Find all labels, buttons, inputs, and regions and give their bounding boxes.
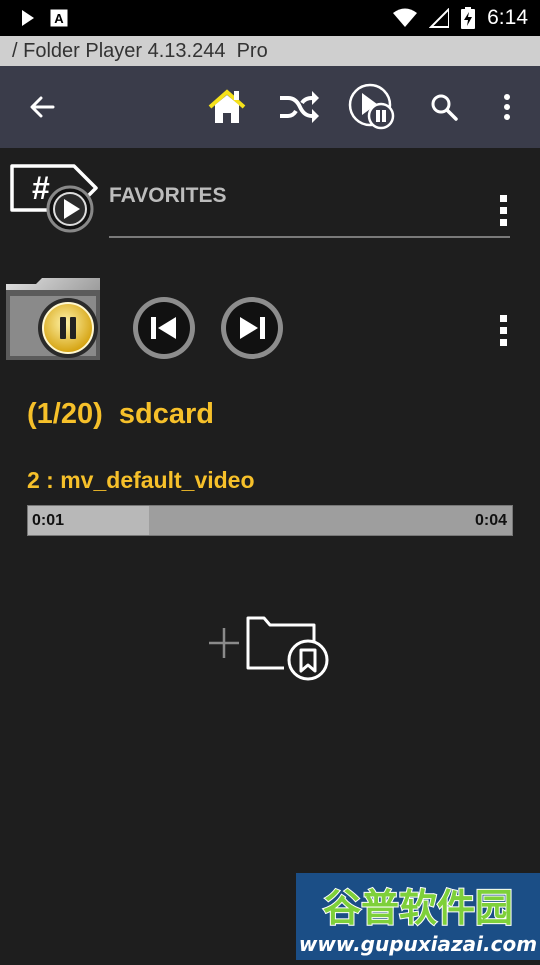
player-menu-button[interactable] [497,315,509,346]
text-icon: A [50,9,68,27]
next-button[interactable] [219,295,285,361]
playlist-tag-icon: # [10,164,98,233]
search-button[interactable] [426,66,462,148]
more-vert-icon [504,94,510,120]
menu-dot [499,339,507,346]
menu-dot [499,219,507,226]
favorites-menu-button[interactable] [497,195,509,226]
folder-pause-button[interactable] [4,270,104,364]
search-icon [431,94,458,121]
previous-button[interactable] [131,295,197,361]
back-button[interactable] [20,66,64,148]
status-time: 6:14 [487,6,528,29]
play-icon [22,10,34,26]
play-pause-button[interactable] [346,66,398,148]
back-arrow-icon [30,96,55,118]
menu-dot [499,327,507,334]
menu-dot [499,207,507,214]
menu-dot [499,315,507,322]
status-bar-right: 6:14 [393,0,528,36]
signal-icon [429,8,450,28]
duration-time: 0:04 [474,512,507,529]
status-bar-left: A [20,8,68,28]
home-button[interactable] [204,66,250,148]
watermark-logo: 谷普软件园 www.gupuxiazai.com [299,885,537,956]
add-bookmark-folder-button[interactable] [208,612,334,682]
progress-bar[interactable]: 0:01 0:04 [27,505,513,536]
svg-text:www.gupuxiazai.com: www.gupuxiazai.com [299,932,537,956]
home-icon [208,89,246,123]
toolbar [0,66,540,148]
play-pause-icon [348,83,395,130]
status-bar: A 6:14 [0,0,540,36]
app-title: / Folder Player 4.13.244 Pro [0,36,540,66]
favorites-label[interactable]: FAVORITES [109,184,226,208]
svg-text:谷普软件园: 谷普软件园 [323,886,513,930]
folder-title: (1/20) sdcard [27,398,214,430]
favorites-row[interactable]: # [0,150,540,240]
elapsed-time: 0:01 [32,512,65,529]
watermark: 谷普软件园 www.gupuxiazai.com [296,873,540,960]
svg-text:#: # [32,170,50,206]
wifi-icon [393,8,418,27]
track-title: 2 : mv_default_video [27,467,255,493]
battery-charging-icon [461,7,476,29]
overflow-menu-button[interactable] [496,66,518,148]
favorites-divider [109,236,510,238]
shuffle-icon [280,91,319,123]
shuffle-button[interactable] [276,66,322,148]
svg-text:A: A [54,11,64,26]
menu-dot [499,195,507,202]
